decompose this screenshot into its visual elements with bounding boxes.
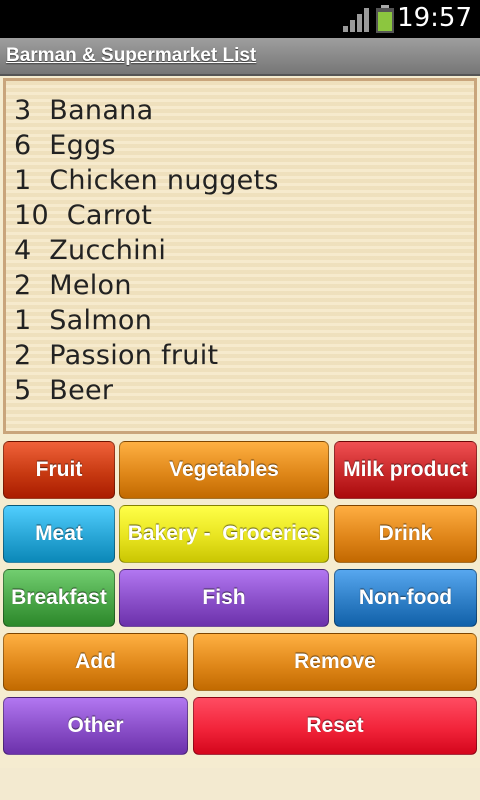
signal-icon [343,8,369,32]
battery-icon [376,5,394,33]
bottom-background [0,768,480,800]
add-button[interactable]: Add [3,633,188,691]
drink-button[interactable]: Drink [334,505,477,563]
breakfast-button[interactable]: Breakfast [3,569,115,627]
list-item[interactable]: 1 Salmon [14,305,152,336]
fruit-button[interactable]: Fruit [3,441,115,499]
list-item[interactable]: 2 Melon [14,270,132,301]
list-item[interactable]: 1 Chicken nuggets [14,165,279,196]
list-item[interactable]: 2 Passion fruit [14,340,218,371]
milk-product-button[interactable]: Milk product [334,441,477,499]
list-item[interactable]: 6 Eggs [14,130,116,161]
list-item[interactable]: 4 Zucchini [14,235,166,266]
vegetables-button[interactable]: Vegetables [119,441,329,499]
reset-button[interactable]: Reset [193,697,477,755]
category-button-grid: Fruit Vegetables Milk product Meat Baker… [0,438,480,768]
list-item[interactable]: 5 Beer [14,375,113,406]
shopping-list[interactable]: 3 Banana 6 Eggs 1 Chicken nuggets 10 Car… [3,78,477,434]
fish-button[interactable]: Fish [119,569,329,627]
status-time: 19:57 [397,3,472,33]
remove-button[interactable]: Remove [193,633,477,691]
bakery-groceries-button[interactable]: Bakery - Groceries [119,505,329,563]
non-food-button[interactable]: Non-food [334,569,477,627]
meat-button[interactable]: Meat [3,505,115,563]
title-bar: Barman & Supermarket List [0,38,480,76]
status-bar: 19:57 [0,0,480,38]
other-button[interactable]: Other [3,697,188,755]
list-item[interactable]: 3 Banana [14,95,153,126]
list-item[interactable]: 10 Carrot [14,200,152,231]
app-title: Barman & Supermarket List [6,45,257,66]
